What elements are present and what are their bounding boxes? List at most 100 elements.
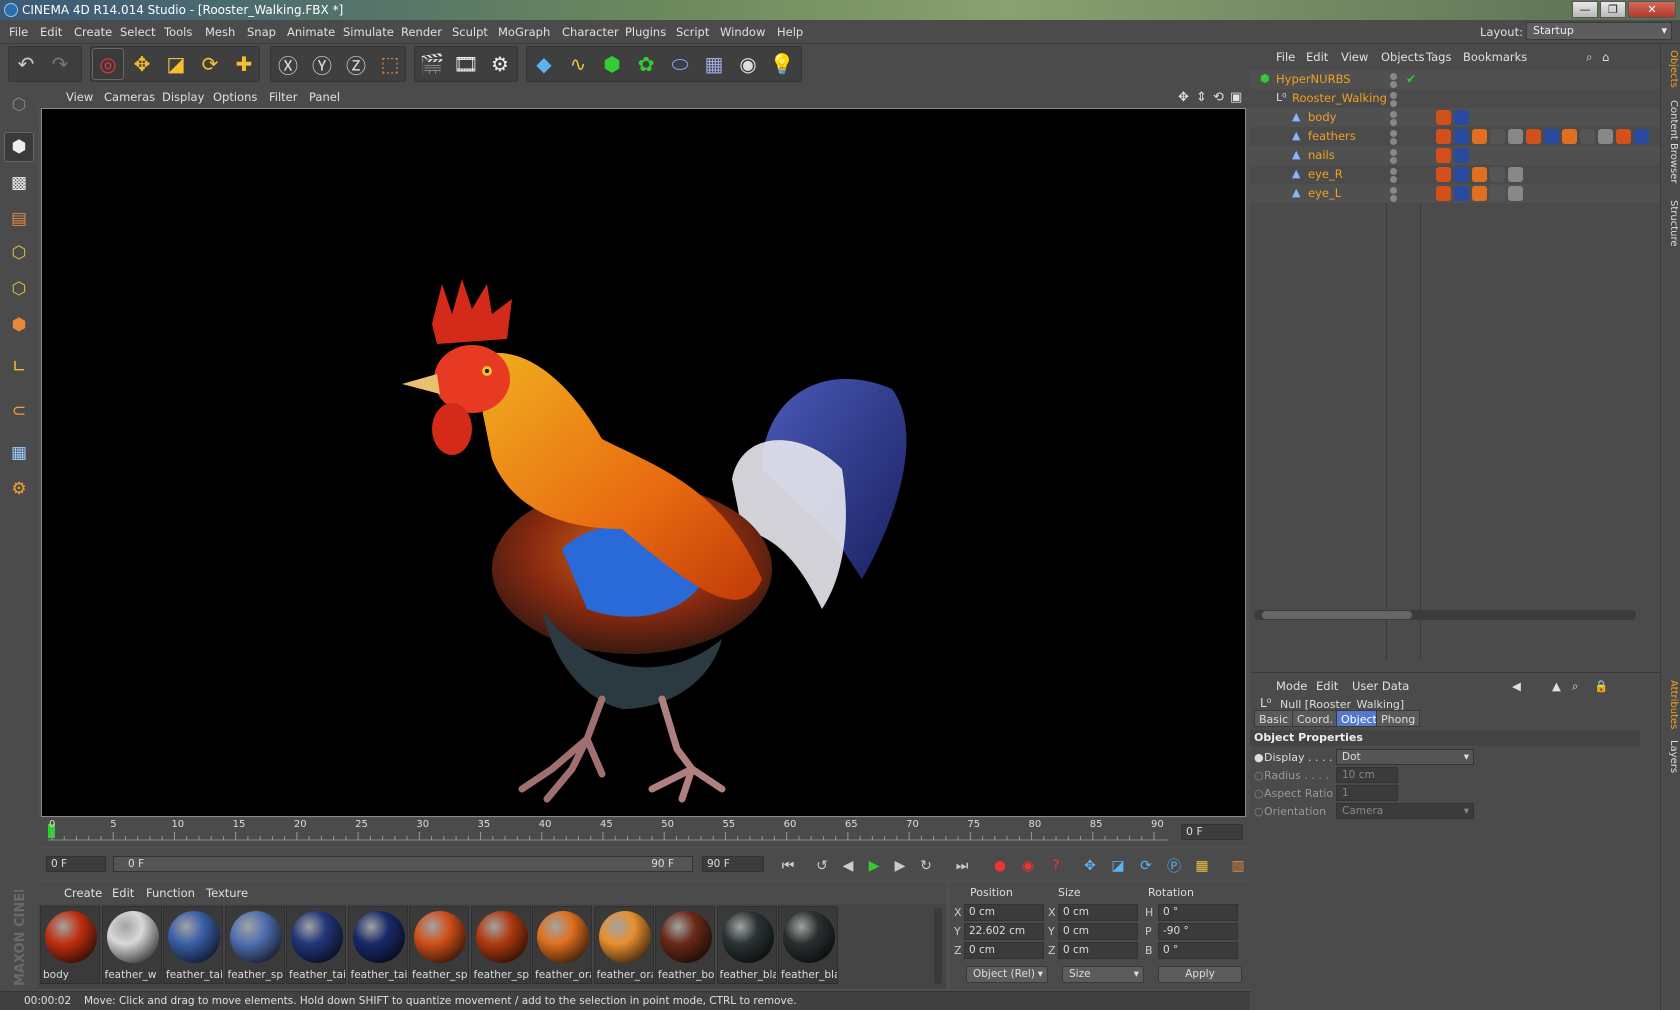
material-item[interactable]: feather_bla: [716, 906, 777, 984]
viewport-menu-cameras[interactable]: Cameras: [104, 90, 155, 104]
position-x-field[interactable]: 0 cm: [964, 904, 1044, 921]
rotation-b-field[interactable]: 0 °: [1158, 942, 1238, 959]
material-menu-create[interactable]: Create: [64, 886, 102, 900]
render-visibility-dot[interactable]: [1390, 138, 1397, 145]
objects-menu-view[interactable]: View: [1341, 50, 1368, 64]
object-name[interactable]: nails: [1308, 148, 1335, 162]
prev-key-icon[interactable]: ↺: [810, 854, 834, 878]
object-row[interactable]: L⁰ Rooster_Walking: [1250, 89, 1660, 108]
radius-field[interactable]: 10 cm: [1336, 767, 1398, 783]
radius-radio-icon[interactable]: ○: [1254, 769, 1264, 782]
coord-size-select[interactable]: Size ▾: [1062, 966, 1144, 983]
material-tag-icon[interactable]: [1454, 148, 1469, 163]
horizontal-scrollbar[interactable]: [1254, 610, 1636, 620]
z-axis-icon[interactable]: Ⓩ: [340, 48, 372, 80]
grid-snap-icon[interactable]: ⚙: [4, 474, 34, 504]
editor-visibility-dot[interactable]: [1390, 92, 1397, 99]
object-row[interactable]: ▲ nails: [1250, 146, 1660, 165]
object-row[interactable]: ⬢ HyperNURBS ✔: [1250, 70, 1660, 89]
menu-tools[interactable]: Tools: [164, 25, 192, 39]
orientation-select[interactable]: Camera ▾: [1336, 803, 1474, 819]
material-item[interactable]: feather_spi: [470, 906, 531, 984]
workplane-icon[interactable]: ▤: [4, 204, 34, 234]
material-tag-icon[interactable]: [1616, 129, 1631, 144]
prev-frame-icon[interactable]: ◀: [836, 854, 860, 878]
layout-select[interactable]: Startup ▾: [1526, 22, 1672, 40]
object-name[interactable]: feathers: [1308, 129, 1356, 143]
live-selection-icon[interactable]: ◎: [92, 48, 124, 80]
material-tag-icon[interactable]: [1562, 129, 1577, 144]
array-icon[interactable]: ✿: [630, 48, 662, 80]
render-visibility-dot[interactable]: [1390, 195, 1397, 202]
render-visibility-dot[interactable]: [1390, 176, 1397, 183]
autokey-icon[interactable]: ◉: [1016, 854, 1040, 878]
move-icon[interactable]: ✥: [126, 48, 158, 80]
objects-menu-objects[interactable]: Objects: [1381, 50, 1424, 64]
material-menu-edit[interactable]: Edit: [112, 886, 134, 900]
viewport-menu-display[interactable]: Display: [162, 90, 204, 104]
polygons-mode-icon[interactable]: ⬢: [4, 310, 34, 340]
viewport-menu-view[interactable]: View: [66, 90, 93, 104]
undo-icon[interactable]: ↶: [10, 48, 42, 80]
material-item[interactable]: feather_bla: [778, 906, 838, 984]
object-row[interactable]: ▲ body: [1250, 108, 1660, 127]
material-menu-texture[interactable]: Texture: [206, 886, 248, 900]
size-x-field[interactable]: 0 cm: [1058, 904, 1138, 921]
enabled-check-icon[interactable]: ✔: [1406, 72, 1416, 86]
timeline-window-icon[interactable]: ▥: [1226, 854, 1250, 878]
render-visibility-dot[interactable]: [1390, 100, 1397, 107]
key-rotation-icon[interactable]: ⟳: [1134, 854, 1158, 878]
record-icon[interactable]: ●: [988, 854, 1012, 878]
attr-menu-mode[interactable]: Mode: [1276, 679, 1307, 693]
object-row[interactable]: ▲ eye_L: [1250, 184, 1660, 203]
material-item[interactable]: feather_tai: [163, 906, 223, 984]
editor-visibility-dot[interactable]: [1390, 111, 1397, 118]
end-frame-field[interactable]: 90 F: [702, 856, 764, 872]
3d-viewport[interactable]: [41, 108, 1246, 817]
next-frame-icon[interactable]: ▶: [888, 854, 912, 878]
menu-script[interactable]: Script: [676, 25, 709, 39]
editor-visibility-dot[interactable]: [1390, 168, 1397, 175]
light-icon[interactable]: 💡: [766, 48, 798, 80]
aspect-radio-icon[interactable]: ○: [1254, 787, 1264, 800]
rotation-h-field[interactable]: 0 °: [1158, 904, 1238, 921]
model-mode-icon[interactable]: ⬢: [4, 132, 34, 162]
material-tag-icon[interactable]: [1526, 129, 1541, 144]
x-axis-icon[interactable]: Ⓧ: [272, 48, 304, 80]
viewport-rotate-icon[interactable]: ⟲: [1213, 90, 1224, 105]
menu-window[interactable]: Window: [720, 25, 765, 39]
key-pla-icon[interactable]: ▦: [1190, 854, 1214, 878]
menu-mograph[interactable]: MoGraph: [498, 25, 550, 39]
close-button[interactable]: ✕: [1628, 1, 1676, 18]
side-tab-structure[interactable]: Structure: [1663, 200, 1679, 247]
object-name[interactable]: HyperNURBS: [1276, 72, 1351, 86]
orientation-radio-icon[interactable]: ○: [1254, 805, 1264, 818]
key-param-icon[interactable]: Ⓟ: [1162, 854, 1186, 878]
objects-menu-tags[interactable]: Tags: [1426, 50, 1451, 64]
floor-icon[interactable]: ▦: [698, 48, 730, 80]
position-z-field[interactable]: 0 cm: [964, 942, 1044, 959]
menu-select[interactable]: Select: [120, 25, 155, 39]
material-tag-icon[interactable]: [1472, 129, 1487, 144]
menu-simulate[interactable]: Simulate: [343, 25, 394, 39]
menu-animate[interactable]: Animate: [287, 25, 335, 39]
editor-visibility-dot[interactable]: [1390, 130, 1397, 137]
menu-mesh[interactable]: Mesh: [205, 25, 235, 39]
viewport-move-icon[interactable]: ✥: [1178, 90, 1189, 105]
menu-edit[interactable]: Edit: [40, 25, 62, 39]
render-picture-viewer-icon[interactable]: 🎞: [450, 48, 482, 80]
goto-start-icon[interactable]: ⏮: [776, 854, 800, 878]
object-row[interactable]: ▲ feathers: [1250, 127, 1660, 146]
add-object-icon[interactable]: ✚: [228, 48, 260, 80]
material-item[interactable]: feather_w: [101, 906, 162, 984]
material-tag-icon[interactable]: [1436, 110, 1451, 125]
viewport-menu-options[interactable]: Options: [213, 90, 257, 104]
menu-file[interactable]: File: [9, 25, 28, 39]
menu-create[interactable]: Create: [74, 25, 112, 39]
menu-plugins[interactable]: Plugins: [625, 25, 666, 39]
editor-visibility-dot[interactable]: [1390, 73, 1397, 80]
material-tag-icon[interactable]: [1508, 129, 1523, 144]
material-tag-icon[interactable]: [1454, 129, 1469, 144]
viewport-menu-panel[interactable]: Panel: [309, 90, 340, 104]
nurbs-icon[interactable]: ⬢: [596, 48, 628, 80]
